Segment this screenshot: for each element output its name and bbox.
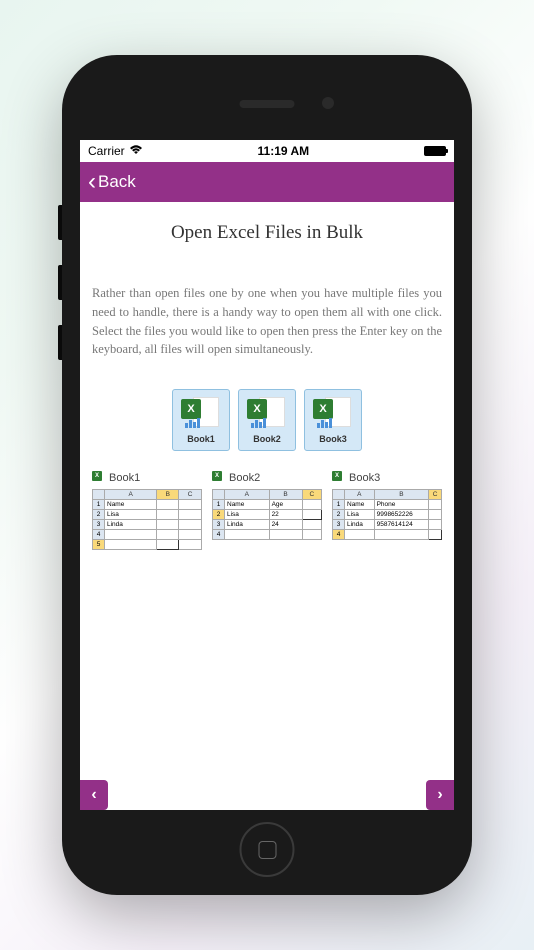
file-icon-book3: X Book3	[304, 389, 362, 451]
excel-icon: X	[92, 471, 106, 485]
screen: Carrier 11:19 AM ‹ Back Open Excel Files…	[80, 140, 454, 810]
excel-icon: X	[247, 397, 287, 431]
illustration: X Book1 X Book2	[92, 389, 442, 550]
page-nav-arrows: ‹ ›	[80, 780, 454, 810]
excel-icon: X	[313, 397, 353, 431]
sheets-row: X Book1 ABC 1Name 2Lisa 3Linda 4 5	[92, 471, 442, 550]
sheet-title: Book1	[109, 472, 140, 484]
chevron-left-icon: ‹	[88, 170, 96, 194]
phone-speaker	[240, 100, 295, 108]
file-name-label: Book1	[187, 434, 215, 444]
page-description: Rather than open files one by one when y…	[92, 284, 442, 359]
sheet-title: Book3	[349, 472, 380, 484]
mini-spreadsheet: ABC 1NameAge 2Lisa22 3Linda24 4	[212, 489, 322, 540]
back-label: Back	[98, 172, 136, 192]
back-button[interactable]: ‹ Back	[88, 170, 136, 194]
next-page-button[interactable]: ›	[426, 780, 454, 810]
sheet-book1: X Book1 ABC 1Name 2Lisa 3Linda 4 5	[92, 471, 202, 550]
sheet-title: Book2	[229, 472, 260, 484]
file-name-label: Book2	[253, 434, 281, 444]
sheet-book3: X Book3 ABC 1NamePhone 2Lisa9998652226 3…	[332, 471, 442, 550]
file-icon-book2: X Book2	[238, 389, 296, 451]
mini-spreadsheet: ABC 1Name 2Lisa 3Linda 4 5	[92, 489, 202, 550]
phone-frame: Carrier 11:19 AM ‹ Back Open Excel Files…	[62, 55, 472, 895]
battery-icon	[424, 146, 446, 156]
clock: 11:19 AM	[258, 144, 310, 158]
chevron-right-icon: ›	[437, 786, 442, 804]
status-bar: Carrier 11:19 AM	[80, 140, 454, 162]
prev-page-button[interactable]: ‹	[80, 780, 108, 810]
file-icons-row: X Book1 X Book2	[172, 389, 362, 451]
excel-icon: X	[181, 397, 221, 431]
phone-camera	[322, 97, 334, 109]
phone-side-buttons	[58, 205, 62, 385]
home-button[interactable]	[240, 822, 295, 877]
page-title: Open Excel Files in Bulk	[92, 222, 442, 244]
wifi-icon	[129, 145, 143, 158]
excel-icon: X	[332, 471, 346, 485]
file-icon-book1: X Book1	[172, 389, 230, 451]
home-icon	[258, 841, 276, 859]
content-area: Open Excel Files in Bulk Rather than ope…	[80, 202, 454, 780]
sheet-book2: X Book2 ABC 1NameAge 2Lisa22 3Linda24 4	[212, 471, 322, 550]
carrier-label: Carrier	[88, 144, 125, 158]
chevron-left-icon: ‹	[91, 786, 96, 804]
excel-icon: X	[212, 471, 226, 485]
navigation-bar: ‹ Back	[80, 162, 454, 202]
mini-spreadsheet: ABC 1NamePhone 2Lisa9998652226 3Linda958…	[332, 489, 442, 540]
file-name-label: Book3	[319, 434, 347, 444]
